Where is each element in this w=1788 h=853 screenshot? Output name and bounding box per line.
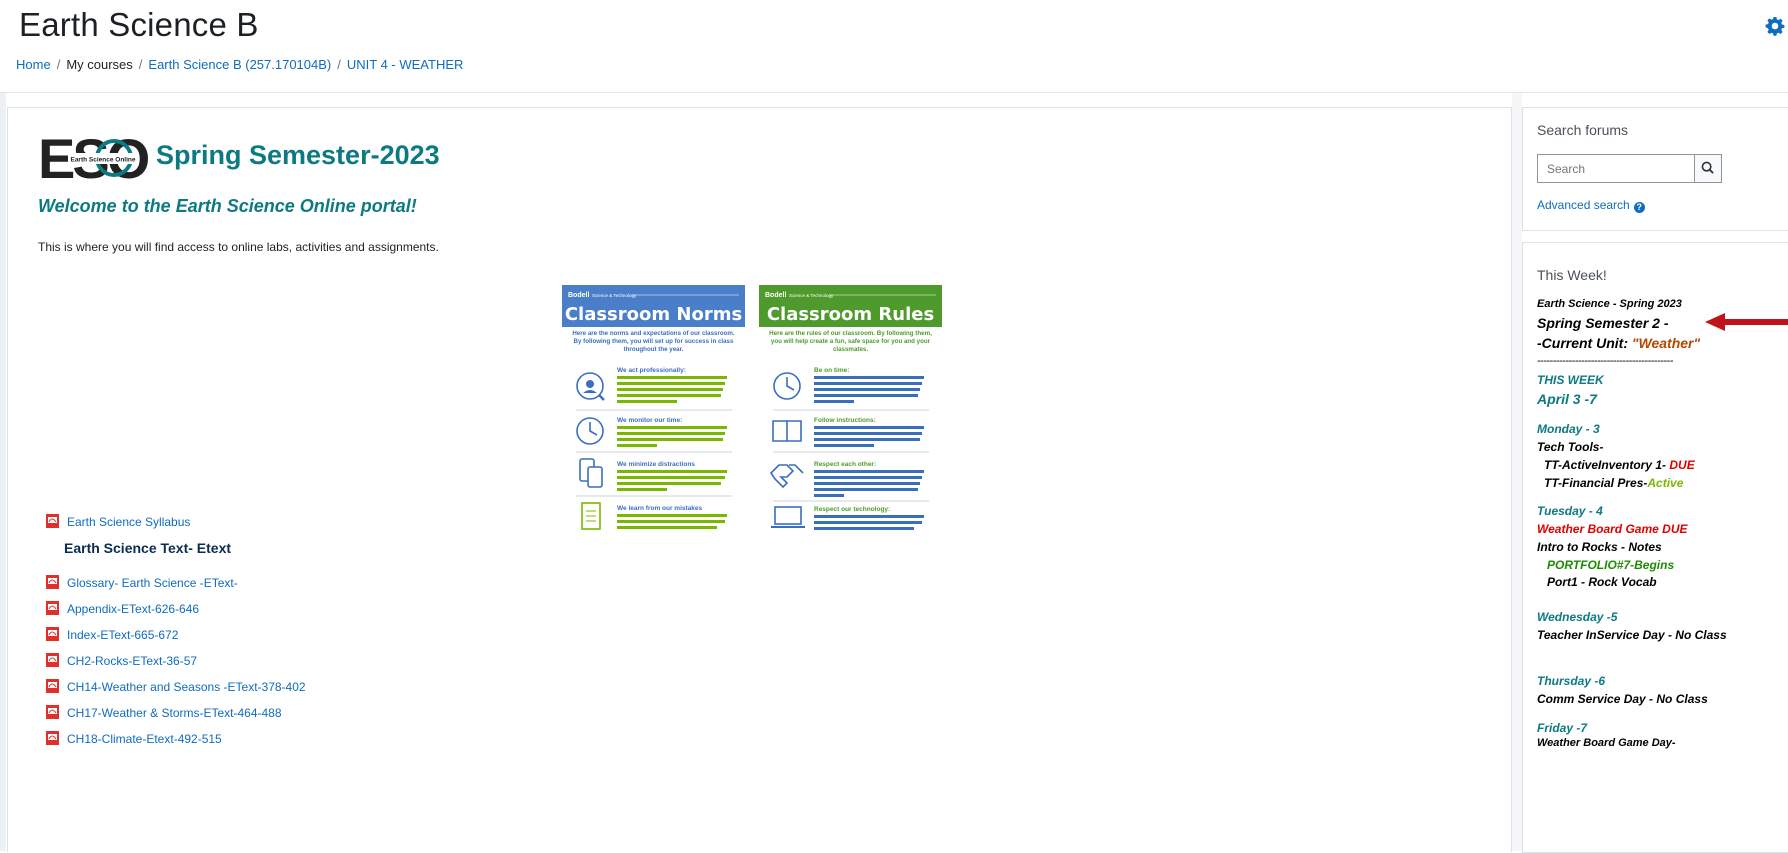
friday-item-1: Weather Board Game Day- [1537,737,1676,749]
advanced-search-link[interactable]: Advanced search? [1537,198,1645,213]
pdf-icon [46,575,59,589]
breadcrumb-course[interactable]: Earth Science B (257.170104B) [148,57,331,72]
search-forums-title: Search forums [1537,122,1629,138]
pdf-icon [46,601,59,615]
wednesday-item-1: Teacher InService Day - No Class [1537,628,1727,642]
file-link-ch17[interactable]: CH17-Weather & Storms-EText-464-488 [46,705,282,720]
file-label: Index-EText-665-672 [67,628,179,642]
monday-item-3: TT-Financial Pres-Active [1544,476,1683,490]
rule-item-2-heading: Follow instructions: [814,417,876,424]
pdf-icon [46,514,59,528]
thursday-item-1: Comm Service Day - No Class [1537,692,1708,706]
file-label: CH17-Weather & Storms-EText-464-488 [67,706,282,720]
file-label: Appendix-EText-626-646 [67,602,200,616]
search-forums-block: Search forums Advanced search? [1522,107,1788,231]
breadcrumb-unit[interactable]: UNIT 4 - WEATHER [347,57,464,72]
file-link-appendix[interactable]: Appendix-EText-626-646 [46,601,199,616]
tuesday-heading: Tuesday - 4 [1537,504,1603,518]
eso-logo: ESO Earth Science Online [38,128,150,186]
course-label: Earth Science - Spring 2023 [1537,298,1682,310]
wednesday-heading: Wednesday -5 [1537,610,1618,624]
semester-title: Spring Semester-2023 [156,140,440,170]
page-header: Earth Science B Home / My courses / Earth Sc… [0,0,1788,93]
pdf-icon [46,679,59,693]
semester-label: Spring Semester 2 - [1537,315,1669,331]
this-week-title: This Week! [1537,267,1607,283]
file-label: CH18-Climate-Etext-492-515 [67,732,222,746]
rule-item-4-heading: Respect our technology: [814,506,890,513]
search-input[interactable] [1537,154,1694,183]
file-link-ch18[interactable]: CH18-Climate-Etext-492-515 [46,731,222,746]
tuesday-item-3: PORTFOLIO#7-Begins [1547,558,1675,572]
file-link-syllabus[interactable]: Earth Science Syllabus [46,514,190,529]
norm-item-1-heading: We act professionally: [617,367,686,374]
advanced-search-label: Advanced search [1537,198,1630,212]
current-unit-name: "Weather" [1631,335,1701,351]
search-icon [1701,161,1714,174]
monday-item-2: TT-ActiveInventory 1- DUE [1544,458,1695,472]
pdf-icon [46,653,59,667]
this-week-block: This Week! Earth Science - Spring 2023 S… [1522,242,1788,853]
tuesday-item-4: Port1 - Rock Vocab [1547,575,1657,589]
rules-brand-sub: Science & Technology [789,293,834,298]
file-label: Earth Science Syllabus [67,515,191,529]
norms-brand-sub: Science & Technology [592,293,637,298]
tuesday-item-2: Intro to Rocks - Notes [1537,540,1662,554]
this-week-label: THIS WEEK [1537,373,1604,387]
help-icon[interactable]: ? [1633,202,1645,213]
friday-heading: Friday -7 [1537,721,1588,735]
norms-intro: Here are the norms and expectations of o… [572,330,735,353]
norm-item-4-heading: We learn from our mistakes [617,505,703,512]
block-region-gutter [1512,93,1522,851]
rule-item-1-heading: Be on time: [814,367,849,374]
active-badge: Active [1647,476,1684,490]
divider-line: ----------------------------------------… [1537,355,1674,367]
current-unit-label: -Current Unit: "Weather" [1537,335,1700,351]
breadcrumb: Home / My courses / Earth Science B (257.170… [16,57,464,72]
gear-icon[interactable] [1765,16,1785,36]
file-label: Glossary- Earth Science -EText- [67,576,238,590]
breadcrumb-my-courses: My courses [66,57,133,72]
breadcrumb-home[interactable]: Home [16,57,51,72]
intro-text: This is where you will find access to on… [38,240,439,254]
current-unit-prefix: -Current Unit: [1537,335,1632,351]
week-dates: April 3 -7 [1537,391,1597,407]
norms-title: Classroom Norms [565,304,742,325]
file-label: CH14-Weather and Seasons -EText-378-402 [67,680,306,694]
norm-item-3-heading: We minimize distractions [617,461,695,468]
file-link-ch14[interactable]: CH14-Weather and Seasons -EText-378-402 [46,679,306,694]
norm-item-2-heading: We monitor our time: [617,417,682,424]
pdf-icon [46,731,59,745]
welcome-heading: Welcome to the Earth Science Online port… [38,196,417,216]
file-label: CH2-Rocks-EText-36-57 [67,654,198,668]
rule-item-3-heading: Respect each other: [814,461,876,468]
due-badge: DUE [1669,458,1695,472]
rules-intro: Here are the rules of our classroom. By … [769,330,932,353]
red-arrow-annotation [1705,313,1788,331]
course-section-content: ESO Earth Science Online Spring Semester… [7,107,1512,852]
rules-brand: Bodell [765,292,786,299]
monday-item-2-text: TT-ActiveInventory 1- [1544,458,1670,472]
thursday-heading: Thursday -6 [1537,674,1606,688]
search-button[interactable] [1694,154,1722,183]
eso-logo-subtext: Earth Science Online [70,157,135,164]
monday-item-3-text: TT-Financial Pres- [1544,476,1648,490]
etext-heading: Earth Science Text- Etext [64,540,232,556]
left-drawer-edge [0,93,6,851]
monday-item-1: Tech Tools- [1537,440,1604,454]
tuesday-item-1: Weather Board Game DUE [1537,522,1688,536]
file-link-glossary[interactable]: Glossary- Earth Science -EText- [46,575,238,590]
classroom-norms-poster: Bodell Science & Technology Classroom No… [562,285,745,533]
classroom-rules-poster: Bodell Science & Technology Classroom Ru… [759,285,942,533]
file-link-ch2[interactable]: CH2-Rocks-EText-36-57 [46,653,197,668]
pdf-icon [46,627,59,641]
pdf-icon [46,705,59,719]
file-link-index[interactable]: Index-EText-665-672 [46,627,178,642]
monday-heading: Monday - 3 [1537,422,1600,436]
norms-brand: Bodell [568,292,589,299]
rules-title: Classroom Rules [767,304,934,325]
page-title: Earth Science B [19,6,259,43]
